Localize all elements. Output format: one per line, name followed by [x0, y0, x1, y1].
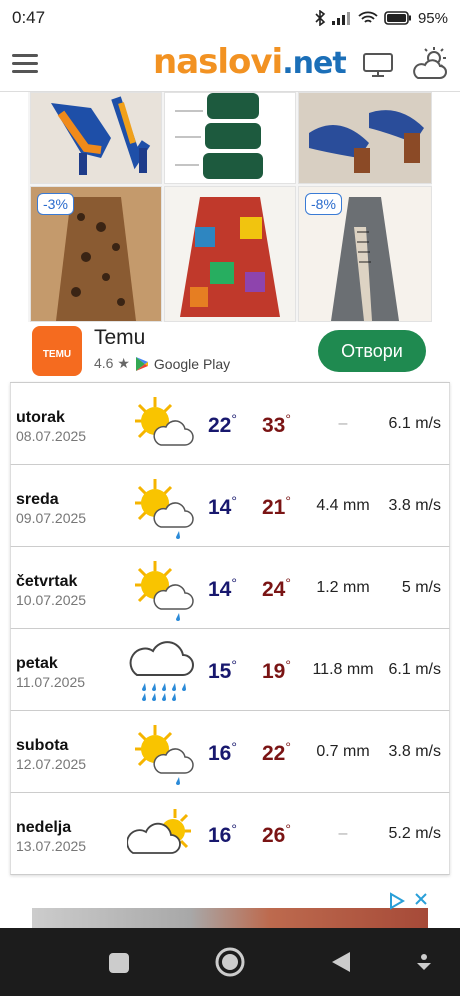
- menu-icon[interactable]: [12, 54, 38, 74]
- temp-max: 22°: [262, 739, 291, 765]
- discount-badge: -3%: [37, 193, 74, 215]
- forecast-table: utorak 08.07.2025 22° 33° – 6.1 m/s sred…: [10, 382, 450, 875]
- day-date: 11.07.2025: [16, 674, 86, 690]
- forecast-row: četvrtak 10.07.2025 14° 24° 1.2 mm 5 m/s: [10, 547, 450, 629]
- day-name: četvrtak: [16, 573, 78, 590]
- day-name: petak: [16, 655, 58, 672]
- temu-logo: TEMU: [32, 326, 82, 376]
- temp-min: 14°: [208, 493, 237, 519]
- signal-icon: [331, 12, 350, 25]
- sun-cloud-rain-icon: [135, 561, 194, 621]
- temp-max: 26°: [262, 821, 291, 847]
- precipitation: 11.8 mm: [312, 661, 374, 678]
- day-date: 12.07.2025: [16, 756, 87, 772]
- product-image-grey-dress[interactable]: -8%: [298, 186, 432, 322]
- wind-speed: 6.1 m/s: [388, 415, 441, 432]
- day-date: 10.07.2025: [16, 592, 87, 608]
- app-rating: 4.6 ★ Google Play: [94, 355, 231, 372]
- open-app-button[interactable]: Отвори: [318, 330, 426, 372]
- status-time: 0:47: [12, 8, 46, 27]
- precipitation: –: [338, 825, 348, 842]
- precipitation: 1.2 mm: [316, 579, 370, 596]
- temp-max: 24°: [262, 575, 291, 601]
- day-date: 09.07.2025: [16, 510, 87, 526]
- forecast-row: utorak 08.07.2025 22° 33° – 6.1 m/s: [10, 383, 450, 465]
- temp-min: 16°: [208, 739, 237, 765]
- wind-speed: 3.8 m/s: [388, 743, 441, 760]
- precipitation: 4.4 mm: [316, 497, 370, 514]
- wind-speed: 3.8 m/s: [388, 497, 441, 514]
- wind-speed: 5 m/s: [401, 579, 441, 596]
- forecast-row: subota 12.07.2025 16° 22° 0.7 mm 3.8 m/s: [10, 711, 450, 793]
- store-name: Google Play: [153, 355, 231, 372]
- heavy-rain-icon: [129, 641, 194, 701]
- day-name: subota: [16, 737, 69, 754]
- site-logo[interactable]: naslovi.net: [153, 42, 347, 82]
- status-bar: 0:47 95%: [0, 0, 460, 36]
- temp-max: 33°: [262, 411, 291, 437]
- temp-min: 16°: [208, 821, 237, 847]
- day-name: nedelja: [16, 819, 72, 836]
- discount-badge: -8%: [305, 193, 342, 215]
- wind-speed: 5.2 m/s: [388, 825, 441, 842]
- ad-choices[interactable]: [388, 892, 428, 910]
- temp-min: 14°: [208, 575, 237, 601]
- day-date: 08.07.2025: [16, 428, 87, 444]
- sun-cloud-rain-icon: [135, 479, 194, 539]
- day-name: utorak: [16, 409, 65, 426]
- product-image-pots[interactable]: [164, 92, 296, 184]
- back-icon[interactable]: [330, 950, 352, 974]
- temp-min: 22°: [208, 411, 237, 437]
- product-image-patchwork-coat[interactable]: [164, 186, 296, 322]
- weather-icon[interactable]: [410, 46, 448, 82]
- product-image-leopard-dress[interactable]: -3%: [30, 186, 162, 322]
- app-name: Temu: [94, 326, 146, 349]
- temp-min: 15°: [208, 657, 237, 683]
- day-name: sreda: [16, 491, 59, 508]
- cloud-sun-icon: [127, 809, 191, 854]
- bluetooth-icon: [315, 10, 326, 26]
- temp-max: 19°: [262, 657, 291, 683]
- adchoices-icon[interactable]: [388, 892, 406, 910]
- app-bar: naslovi.net: [0, 36, 460, 92]
- sun-cloud-icon: [135, 397, 194, 446]
- battery-percent: 95%: [417, 9, 448, 27]
- tv-icon[interactable]: [362, 52, 394, 78]
- wind-speed: 6.1 m/s: [388, 661, 441, 678]
- product-image-sandals[interactable]: [298, 92, 432, 184]
- forecast-row: sreda 09.07.2025 14° 21° 4.4 mm 3.8 m/s: [10, 465, 450, 547]
- home-icon[interactable]: [214, 946, 246, 978]
- close-icon[interactable]: [414, 892, 428, 906]
- sun-cloud-rain-icon: [135, 725, 194, 785]
- forecast-row: nedelja 13.07.2025 16° 26° – 5.2 m/s: [10, 793, 450, 875]
- ad-banner-bottom[interactable]: [28, 892, 432, 934]
- forecast-row: petak 11.07.2025 15° 19° 11.8 mm 6.1 m/s: [10, 629, 450, 711]
- recents-icon[interactable]: [108, 952, 130, 974]
- app-install-card[interactable]: TEMU Temu 4.6 ★ Google Play Отвори: [28, 322, 432, 380]
- wifi-icon: [358, 11, 378, 23]
- product-image-shoes[interactable]: [30, 92, 162, 184]
- precipitation: 0.7 mm: [316, 743, 370, 760]
- day-date: 13.07.2025: [16, 838, 87, 854]
- status-icons: 95%: [314, 10, 448, 27]
- keyboard-down-icon[interactable]: [415, 952, 433, 972]
- battery-icon: [384, 11, 411, 25]
- temp-max: 21°: [262, 493, 291, 519]
- google-play-icon: [135, 356, 148, 371]
- precipitation: –: [338, 415, 348, 432]
- system-nav-bar: [0, 928, 460, 996]
